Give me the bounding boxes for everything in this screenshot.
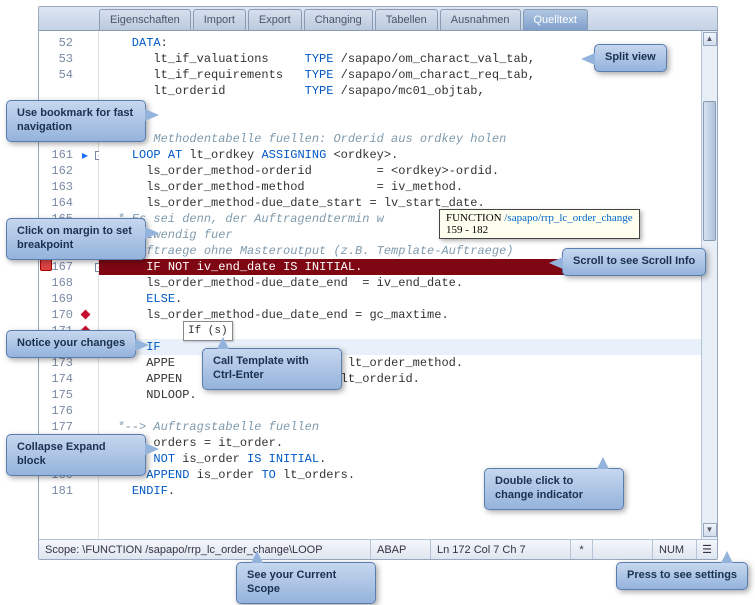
callout-bookmark: Use bookmark for fast navigation <box>6 100 146 142</box>
tab-eigenschaften[interactable]: Eigenschaften <box>99 9 191 30</box>
callout-breakpoint: Click on margin to set breakpoint <box>6 218 146 260</box>
callout-scope: See your Current Scope <box>236 562 376 604</box>
line-number: 174 <box>41 371 73 387</box>
line-number: 163 <box>41 179 73 195</box>
callout-changes: Notice your changes <box>6 330 136 358</box>
breakpoint-icon[interactable] <box>39 259 53 275</box>
vertical-scrollbar[interactable]: ▲ ▼ <box>701 31 717 539</box>
line-number: 170 <box>41 307 73 323</box>
tab-quelltext[interactable]: Quelltext <box>523 9 588 30</box>
line-number: 52 <box>41 35 73 51</box>
line-number: 161 <box>41 147 73 163</box>
line-number: 168 <box>41 275 73 291</box>
code-text[interactable]: DATA: lt_if_valuations TYPE /sapapo/om_c… <box>99 31 701 539</box>
line-number: 177 <box>41 419 73 435</box>
tab-changing[interactable]: Changing <box>304 9 373 30</box>
callout-settings: Press to see settings <box>616 562 748 590</box>
scroll-down-button[interactable]: ▼ <box>703 523 717 537</box>
line-number: 181 <box>41 483 73 499</box>
status-language[interactable]: ABAP <box>371 540 431 559</box>
status-position[interactable]: Ln 172 Col 7 Ch 7 <box>431 540 571 559</box>
callout-split-view: Split view <box>594 44 667 72</box>
tab-tabellen[interactable]: Tabellen <box>375 9 438 30</box>
line-number: 54 <box>41 67 73 83</box>
callout-indicator: Double click to change indicator <box>484 468 624 510</box>
callout-template: Call Template with Ctrl-Enter <box>202 348 342 390</box>
settings-icon[interactable]: ☰ <box>697 540 717 559</box>
line-number: 169 <box>41 291 73 307</box>
tab-ausnahmen[interactable]: Ausnahmen <box>440 9 521 30</box>
tab-bar: Eigenschaften Import Export Changing Tab… <box>39 7 717 31</box>
change-marker-icon[interactable] <box>73 307 97 323</box>
status-bar: Scope: \FUNCTION /sapapo/rrp_lc_order_ch… <box>39 539 717 559</box>
line-number: 53 <box>41 51 73 67</box>
line-number: 175 <box>41 387 73 403</box>
status-modified-indicator[interactable]: * <box>571 540 593 559</box>
scroll-up-button[interactable]: ▲ <box>703 32 717 46</box>
scroll-info-tooltip: FUNCTION /sapapo/rrp_lc_order_change 159… <box>439 209 640 239</box>
line-number: 164 <box>41 195 73 211</box>
line-number: 162 <box>41 163 73 179</box>
callout-scroll-info: Scroll to see Scroll Info <box>562 248 706 276</box>
tab-export[interactable]: Export <box>248 9 302 30</box>
scroll-thumb[interactable] <box>703 101 716 241</box>
status-numlock: NUM <box>653 540 697 559</box>
tab-import[interactable]: Import <box>193 9 246 30</box>
status-scope[interactable]: Scope: \FUNCTION /sapapo/rrp_lc_order_ch… <box>39 540 371 559</box>
line-number: 176 <box>41 403 73 419</box>
callout-collapse: Collapse Expand block <box>6 434 146 476</box>
